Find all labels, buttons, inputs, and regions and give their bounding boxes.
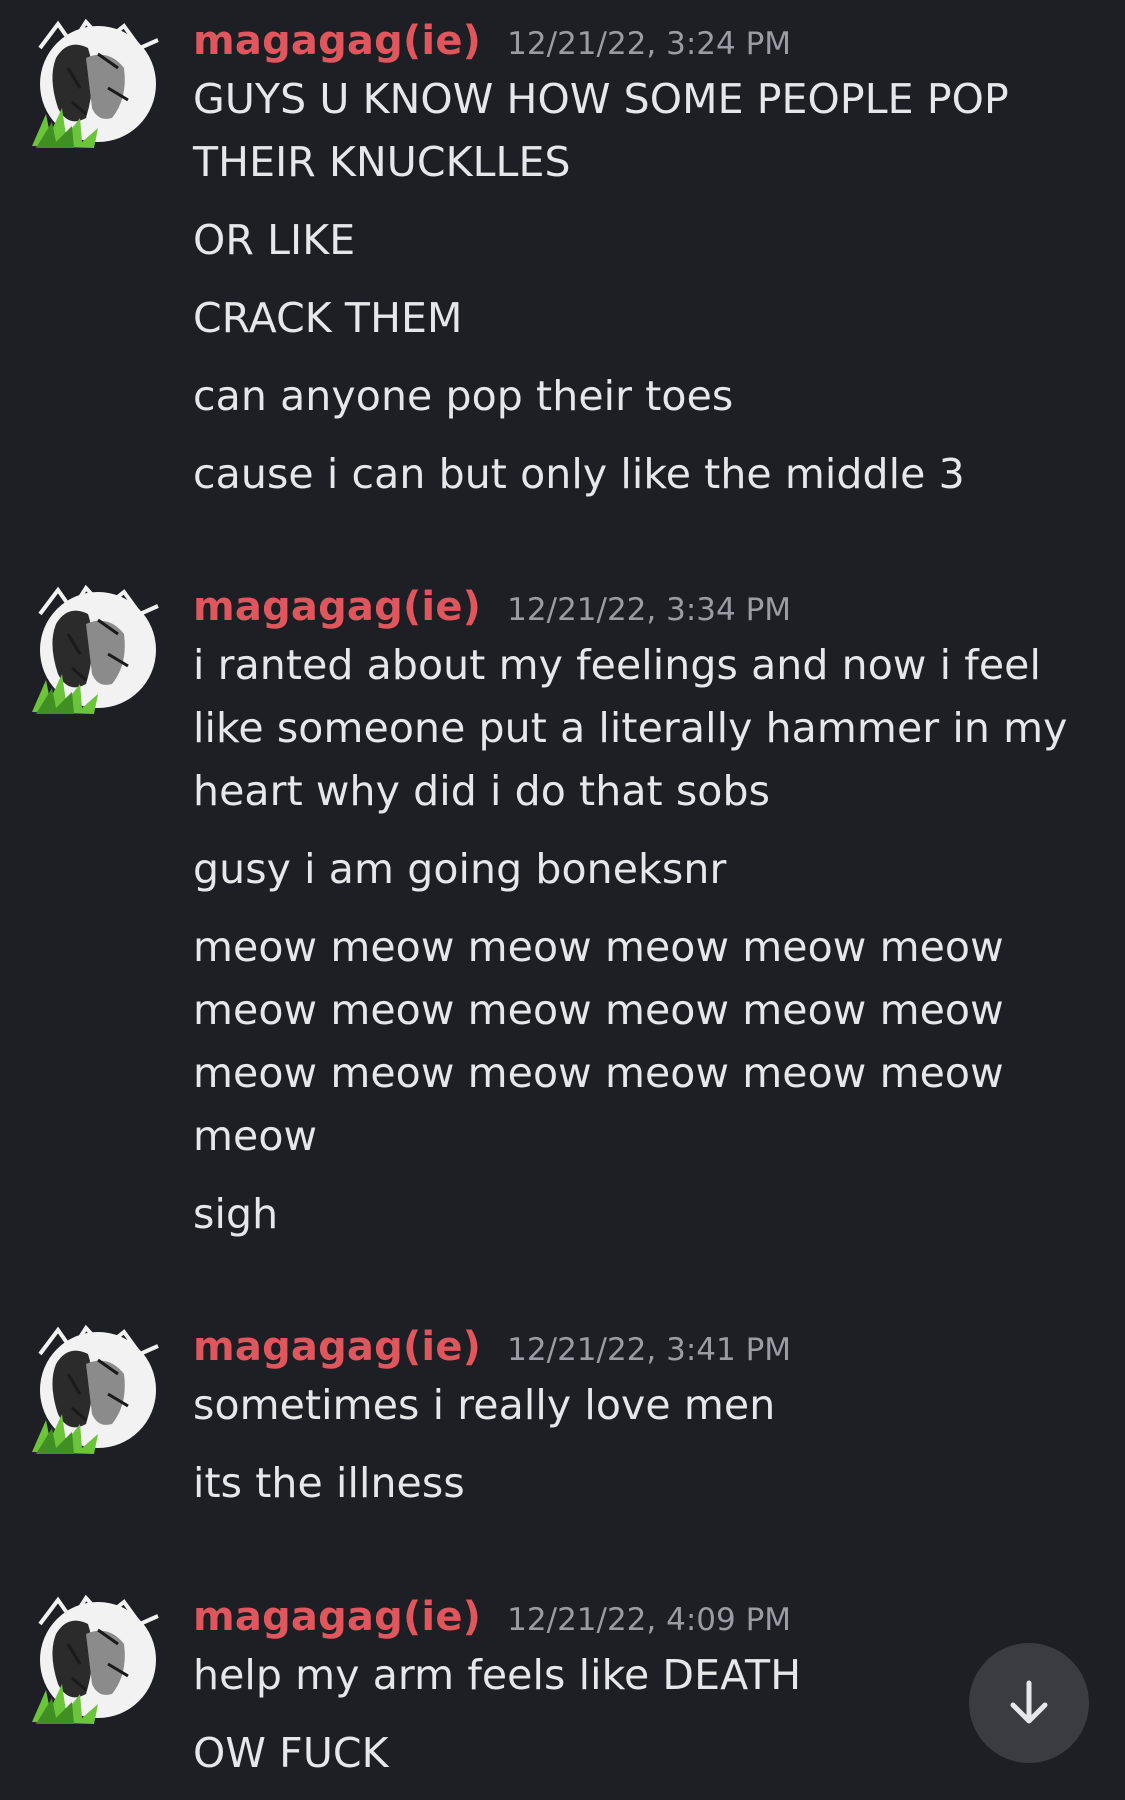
avatar-icon (32, 1324, 159, 1454)
message-content: magagag(ie) 12/21/22, 3:24 PM GUYS U KNO… (193, 18, 1073, 521)
message-text[interactable]: CRACK THEM (193, 287, 1073, 350)
timestamp: 12/21/22, 3:41 PM (507, 1332, 792, 1368)
message-text[interactable]: i ranted about my feelings and now i fee… (193, 634, 1073, 823)
avatar-icon (32, 18, 159, 148)
username[interactable]: magagag(ie) (193, 18, 481, 64)
message-header: magagag(ie) 12/21/22, 4:09 PM (193, 1594, 1073, 1644)
message-content: magagag(ie) 12/21/22, 4:09 PM help my ar… (193, 1594, 1073, 1800)
username[interactable]: magagag(ie) (193, 1594, 481, 1640)
message-header: magagag(ie) 12/21/22, 3:34 PM (193, 584, 1073, 634)
avatar[interactable] (28, 1324, 164, 1460)
username[interactable]: magagag(ie) (193, 1324, 481, 1370)
arrow-down-icon (1010, 1680, 1048, 1724)
message-text[interactable]: cause i can but only like the middle 3 (193, 443, 1073, 506)
avatar[interactable] (28, 584, 164, 720)
message-text[interactable]: OW FUCK (193, 1722, 1073, 1785)
scroll-to-bottom-button[interactable] (969, 1643, 1089, 1763)
message-text[interactable]: help my arm feels like DEATH (193, 1644, 1073, 1707)
message-text[interactable]: GUYS U KNOW HOW SOME PEOPLE POP THEIR KN… (193, 68, 1073, 194)
avatar[interactable] (28, 18, 164, 154)
message-text[interactable]: OR LIKE (193, 209, 1073, 272)
username[interactable]: magagag(ie) (193, 584, 481, 630)
timestamp: 12/21/22, 4:09 PM (507, 1602, 792, 1638)
message-header: magagag(ie) 12/21/22, 3:41 PM (193, 1324, 1073, 1374)
timestamp: 12/21/22, 3:34 PM (507, 592, 792, 628)
message-text[interactable]: its the illness (193, 1452, 1073, 1515)
message-header: magagag(ie) 12/21/22, 3:24 PM (193, 18, 1073, 68)
message-text[interactable]: sometimes i really love men (193, 1374, 1073, 1437)
message-content: magagag(ie) 12/21/22, 3:34 PM i ranted a… (193, 584, 1073, 1261)
message-text[interactable]: gusy i am going boneksnr (193, 838, 1073, 901)
timestamp: 12/21/22, 3:24 PM (507, 26, 792, 62)
avatar-icon (32, 1594, 159, 1724)
avatar-icon (32, 584, 159, 714)
message-content: magagag(ie) 12/21/22, 3:41 PM sometimes … (193, 1324, 1073, 1530)
message-text[interactable]: meow meow meow meow meow meow meow meow … (193, 916, 1073, 1168)
avatar[interactable] (28, 1594, 164, 1730)
message-text[interactable]: can anyone pop their toes (193, 365, 1073, 428)
message-text[interactable]: sigh (193, 1183, 1073, 1246)
